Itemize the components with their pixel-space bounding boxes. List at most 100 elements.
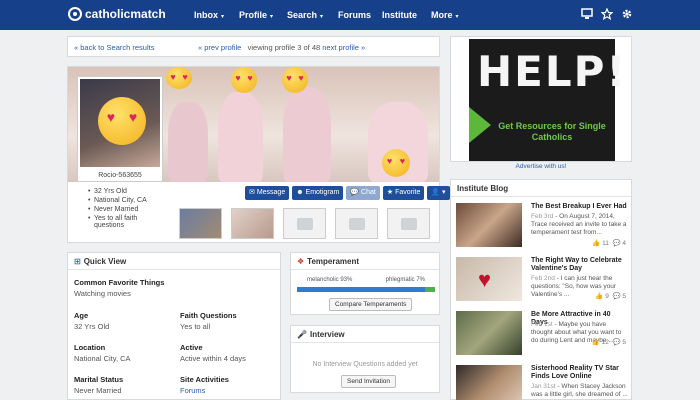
summary-marital: Never Married: [88, 206, 156, 213]
profile-avatar[interactable]: ♥ ♥ Rocio-563655: [77, 76, 163, 182]
blog-thumbnail: [456, 203, 522, 247]
more-actions-button[interactable]: 👤 ▾: [427, 186, 450, 200]
microphone-icon: 🎤: [297, 330, 307, 339]
common-favorites-value: Watching movies: [74, 289, 131, 298]
blog-post-stats: 👍 9 💬 5: [595, 293, 626, 300]
emotigram-button[interactable]: ☻ Emotigram: [292, 186, 344, 200]
camera-placeholder-icon: [387, 208, 430, 239]
nav-forums[interactable]: Forums: [338, 10, 371, 20]
advertise-link[interactable]: Advertise with us!: [450, 163, 632, 170]
blog-post[interactable]: Be More Attractive in 40 Days Feb 1st - …: [456, 311, 628, 359]
favorite-button[interactable]: ★ Favorite: [382, 186, 425, 200]
profile-summary: 32 Yrs Old National City, CA Never Marri…: [88, 188, 156, 231]
blog-post-stats: 👍 12 💬 5: [591, 339, 626, 346]
nav-institute[interactable]: Institute: [382, 10, 417, 20]
ad-headline: HELP!: [477, 47, 628, 96]
pager-controls: « prev profile viewing profile 3 of 48 n…: [198, 43, 365, 52]
camera-placeholder-icon: [335, 208, 378, 239]
profile-card: ♥♥ ♥♥ ♥♥ ♥♥ ♥♥ Rocio-563655 32 Yrs Old N…: [67, 66, 450, 243]
username: Rocio-563655: [98, 172, 142, 179]
chat-button[interactable]: 💬 Chat: [346, 186, 380, 200]
phlegmatic-fill: [425, 287, 435, 292]
chevron-down-icon: ▾: [320, 14, 324, 20]
blog-post-title: The Right Way to Celebrate Valentine's D…: [531, 257, 622, 272]
blog-thumbnail: [456, 365, 522, 400]
nav-inbox[interactable]: Inbox ▾: [194, 10, 224, 20]
profile-actions: ✉ Message ☻ Emotigram 💬 Chat ★ Favorite …: [245, 186, 450, 200]
active-value: Active within 4 days: [180, 354, 246, 363]
heart-eyes-emoji-icon: ♥ ♥: [166, 67, 192, 89]
blog-post-stats: 👍 11 💬 4: [592, 240, 626, 247]
blog-post-excerpt: Feb 3rd - On August 7, 2014, Trace recei…: [531, 213, 627, 236]
star-icon[interactable]: [600, 7, 614, 22]
quick-view-panel: ⊞ Quick View Common Favorite Things Watch…: [67, 252, 281, 400]
send-invitation-button[interactable]: Send Invitation: [341, 375, 397, 388]
temperament-icon: ❖: [297, 257, 305, 266]
gear-icon[interactable]: [620, 8, 634, 22]
chevron-down-icon: ▾: [455, 14, 459, 20]
next-profile-link[interactable]: next profile »: [322, 43, 365, 52]
nav-profile[interactable]: Profile ▾: [239, 10, 273, 20]
blog-thumbnail: [456, 311, 522, 355]
blog-post[interactable]: The Best Breakup I Ever Had Feb 3rd - On…: [456, 203, 628, 251]
profile-pager: « back to Search results « prev profile …: [67, 36, 440, 57]
blog-post-title: Sisterhood Reality TV Star Finds Love On…: [531, 365, 619, 380]
blog-post-excerpt: Jan 31st - When Stacey Jackson was a lit…: [531, 383, 628, 398]
help-ad[interactable]: HELP! Get Resources for Single Catholics: [450, 36, 632, 162]
chevron-down-icon: ▾: [270, 14, 274, 20]
faith-questions-value: Yes to all: [180, 322, 211, 331]
blog-thumbnail: ♥: [456, 257, 522, 301]
photo-thumbnail[interactable]: [179, 208, 222, 239]
logo-text: catholicmatch: [85, 7, 166, 21]
heart-eyes-emoji-icon: ♥ ♥: [98, 97, 146, 145]
heart-eyes-emoji-icon: ♥ ♥: [282, 67, 308, 93]
interview-empty-note: No Interview Questions added yet: [312, 361, 418, 368]
photo-thumbnail[interactable]: [231, 208, 274, 239]
cover-figure: [168, 102, 208, 182]
nav-search[interactable]: Search ▾: [287, 10, 323, 20]
avatar-photo: ♥ ♥: [80, 79, 160, 167]
location-value: National City, CA: [74, 354, 131, 363]
prev-profile-link[interactable]: « prev profile: [198, 43, 241, 52]
blog-header: Institute Blog: [451, 180, 631, 197]
ad-subtitle: Get Resources for Single Catholics: [498, 121, 606, 142]
site-activities-label: Site Activities: [180, 375, 229, 384]
phlegmatic-label: phlegmatic 7%: [385, 277, 425, 283]
location-label: Location: [74, 343, 106, 352]
temperament-header: ❖ Temperament: [291, 253, 439, 270]
monitor-icon[interactable]: [580, 8, 594, 22]
summary-age: 32 Yrs Old: [88, 188, 156, 195]
chevron-down-icon: ▾: [221, 14, 225, 20]
back-to-search-link[interactable]: « back to Search results: [74, 43, 154, 52]
marital-status-value: Never Married: [74, 386, 122, 395]
active-label: Active: [180, 343, 203, 352]
summary-location: National City, CA: [88, 197, 156, 204]
quick-view-header: ⊞ Quick View: [68, 253, 280, 270]
profile-position: viewing profile 3 of 48: [247, 43, 321, 52]
age-value: 32 Yrs Old: [74, 322, 110, 331]
logo[interactable]: catholicmatch: [68, 7, 166, 21]
blog-post[interactable]: ♥ The Right Way to Celebrate Valentine's…: [456, 257, 628, 305]
message-button[interactable]: ✉ Message: [245, 186, 290, 200]
blog-post[interactable]: Sisterhood Reality TV Star Finds Love On…: [456, 365, 628, 400]
nav-more[interactable]: More ▾: [431, 10, 459, 20]
common-favorites-label: Common Favorite Things: [74, 278, 165, 287]
temperament-panel: ❖ Temperament melancholic 93% phlegmatic …: [290, 252, 440, 315]
cover-figure: [218, 92, 263, 182]
interview-panel: 🎤 Interview No Interview Questions added …: [290, 325, 440, 393]
compare-temperaments-button[interactable]: Compare Temperaments: [329, 298, 413, 311]
top-nav: catholicmatch Inbox ▾ Profile ▾ Search ▾ Fo…: [0, 0, 700, 30]
marital-status-label: Marital Status: [74, 375, 124, 384]
heart-eyes-emoji-icon: ♥ ♥: [231, 67, 257, 93]
temperament-bar: [297, 287, 435, 292]
heart-eyes-emoji-icon: ♥ ♥: [382, 149, 410, 177]
melancholic-label: melancholic 93%: [307, 277, 353, 283]
age-label: Age: [74, 311, 89, 320]
heart-icon: ♥: [478, 267, 492, 292]
logo-icon: [68, 7, 82, 21]
camera-placeholder-icon: [283, 208, 326, 239]
cover-figure: [283, 87, 331, 182]
forums-activity-link[interactable]: Forums: [180, 386, 205, 395]
ad-banner: HELP! Get Resources for Single Catholics: [469, 39, 628, 161]
sitemap-icon: ⊞: [74, 257, 81, 266]
